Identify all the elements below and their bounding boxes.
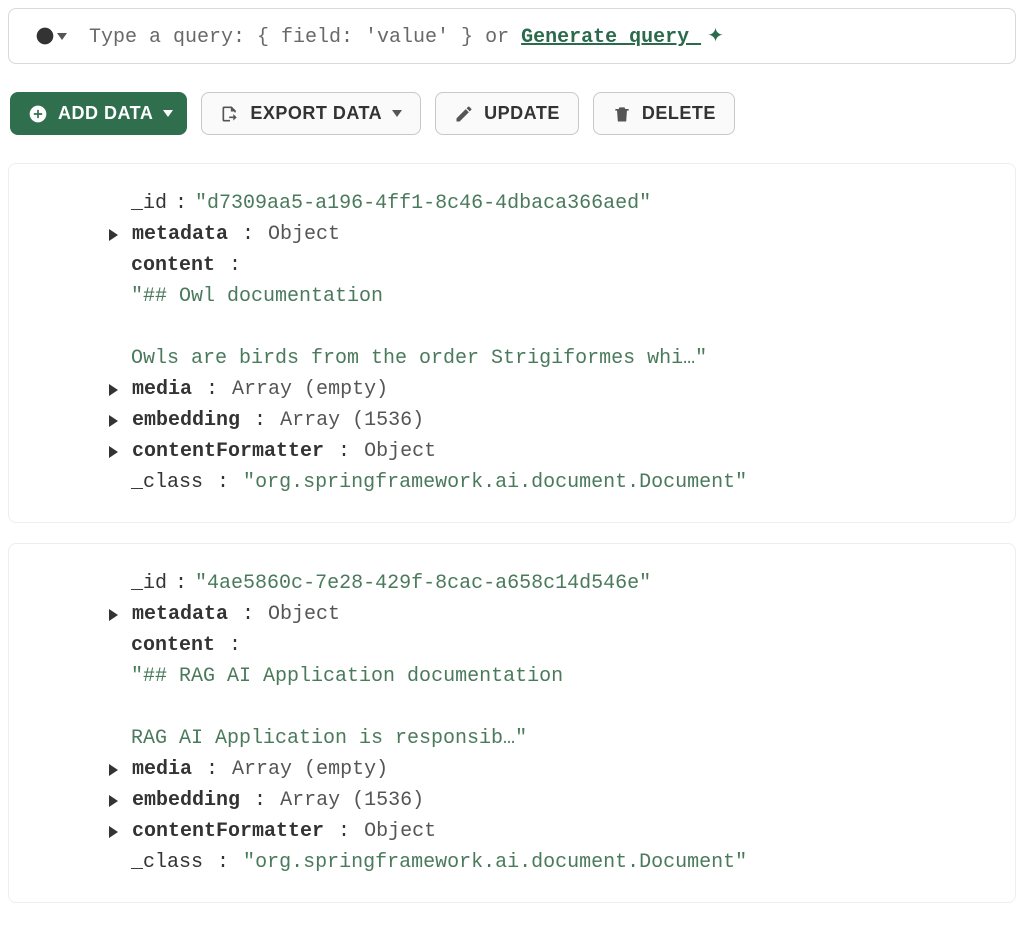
field-media[interactable]: media : Array (empty) xyxy=(109,754,1005,785)
field-class: _class : "org.springframework.ai.documen… xyxy=(109,467,1005,498)
expand-icon[interactable] xyxy=(109,764,118,776)
expand-icon[interactable] xyxy=(109,384,118,396)
export-data-button[interactable]: EXPORT DATA xyxy=(201,92,421,135)
query-bar: Type a query: { field: 'value' } or Gene… xyxy=(8,8,1016,64)
document-card[interactable]: _id: "4ae5860c-7e28-429f-8cac-a658c14d54… xyxy=(8,543,1016,903)
expand-icon[interactable] xyxy=(109,795,118,807)
expand-icon[interactable] xyxy=(109,229,118,241)
query-history-trigger[interactable] xyxy=(35,26,67,46)
update-label: UPDATE xyxy=(484,103,560,124)
caret-down-icon xyxy=(57,33,67,40)
field-embedding[interactable]: embedding : Array (1536) xyxy=(109,405,1005,436)
generate-query-link[interactable]: Generate query xyxy=(521,26,701,49)
expand-icon[interactable] xyxy=(109,446,118,458)
update-button[interactable]: UPDATE xyxy=(435,92,579,135)
caret-down-icon xyxy=(163,110,173,117)
expand-icon[interactable] xyxy=(109,826,118,838)
document-card[interactable]: _id: "d7309aa5-a196-4ff1-8c46-4dbaca366a… xyxy=(8,163,1016,523)
add-data-label: ADD DATA xyxy=(58,103,153,124)
sparkle-icon: ✦ xyxy=(707,23,724,49)
field-contentformatter[interactable]: contentFormatter : Object xyxy=(109,816,1005,847)
field-id: _id: "d7309aa5-a196-4ff1-8c46-4dbaca366a… xyxy=(109,188,1005,219)
plus-circle-icon xyxy=(28,104,48,124)
field-metadata[interactable]: metadata : Object xyxy=(109,599,1005,630)
field-media[interactable]: media : Array (empty) xyxy=(109,374,1005,405)
export-icon xyxy=(220,104,240,124)
export-data-label: EXPORT DATA xyxy=(250,103,382,124)
caret-down-icon xyxy=(392,110,402,117)
pencil-icon xyxy=(454,104,474,124)
add-data-button[interactable]: ADD DATA xyxy=(10,92,187,135)
expand-icon[interactable] xyxy=(109,609,118,621)
field-metadata[interactable]: metadata : Object xyxy=(109,219,1005,250)
delete-button[interactable]: DELETE xyxy=(593,92,735,135)
field-embedding[interactable]: embedding : Array (1536) xyxy=(109,785,1005,816)
field-content: content : "## Owl documentation Owls are… xyxy=(109,250,1005,374)
trash-icon xyxy=(612,104,632,124)
expand-icon[interactable] xyxy=(109,415,118,427)
field-class: _class : "org.springframework.ai.documen… xyxy=(109,847,1005,878)
field-contentformatter[interactable]: contentFormatter : Object xyxy=(109,436,1005,467)
history-icon xyxy=(35,26,55,46)
query-input[interactable]: Type a query: { field: 'value' } or Gene… xyxy=(89,23,724,49)
field-id: _id: "4ae5860c-7e28-429f-8cac-a658c14d54… xyxy=(109,568,1005,599)
field-content: content : "## RAG AI Application documen… xyxy=(109,630,1005,754)
toolbar: ADD DATA EXPORT DATA UPDATE DELETE xyxy=(8,92,1016,135)
delete-label: DELETE xyxy=(642,103,716,124)
